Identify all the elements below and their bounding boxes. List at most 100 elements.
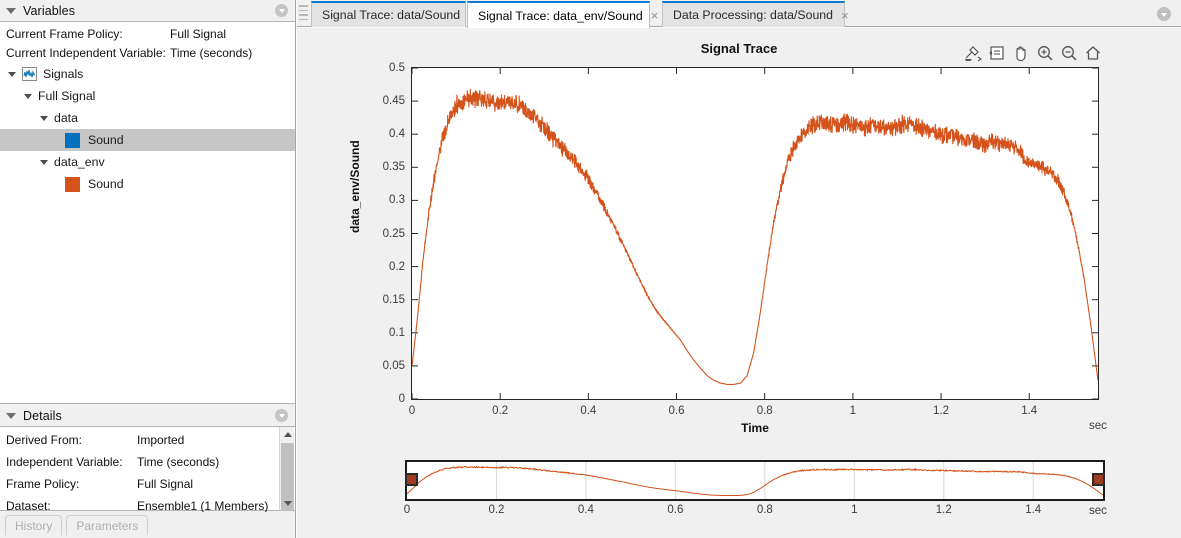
y-tick-label: 0.05 (353, 360, 405, 372)
x-tick-label: 1.4 (999, 405, 1059, 417)
x-tick-label: 0.8 (735, 405, 795, 417)
signals-tree[interactable]: Signals Full Signal data Sound data_env Sound (0, 63, 295, 404)
tree-expand-caret-icon[interactable] (8, 72, 16, 77)
tab-history[interactable]: History (5, 515, 62, 535)
variables-collapse-caret[interactable] (6, 8, 16, 14)
document-area: Signal Trace: data/Sound×Signal Trace: d… (297, 0, 1181, 538)
tree-item-full-signal[interactable]: Full Signal (0, 85, 295, 107)
tree-item-label: Signals (43, 67, 83, 81)
tree-expand-caret-icon[interactable] (24, 94, 32, 99)
document-tab-label: Data Processing: data/Sound (673, 8, 833, 22)
tree-item-label: Sound (88, 133, 124, 147)
scroll-down-arrow-icon[interactable] (280, 496, 295, 510)
x-tick-label: 1 (823, 405, 883, 417)
tree-item-data-env[interactable]: data_env (0, 151, 295, 173)
details-list: Derived From: Imported Independent Varia… (0, 427, 295, 511)
tree-item-signals[interactable]: Signals (0, 63, 295, 85)
variables-panel-title: Variables (23, 4, 75, 18)
pan-hand-icon[interactable] (1011, 43, 1031, 63)
zoom-in-icon[interactable] (1035, 43, 1055, 63)
tree-item-label: data (54, 111, 78, 125)
y-tick-label: 0.4 (353, 128, 405, 140)
info-row: Current Frame Policy: Full Signal (0, 24, 295, 43)
tree-item-label: data_env (54, 155, 105, 169)
overview-line (407, 466, 1103, 495)
export-icon[interactable] (963, 43, 983, 63)
color-swatch[interactable] (65, 133, 80, 148)
bottom-scroll-area (278, 511, 293, 538)
tab-parameters[interactable]: Parameters (66, 515, 148, 535)
y-tick-label: 0 (353, 393, 405, 405)
info-row: Current Independent Variable: Time (seco… (0, 43, 295, 62)
y-axis-label: data_env/Sound (348, 140, 362, 233)
y-tick-label: 0.45 (353, 95, 405, 107)
signal-trace-svg (412, 68, 1098, 399)
x-axis-units: sec (1089, 420, 1107, 432)
details-scrollbar[interactable] (279, 427, 294, 510)
overview-tick-label: 0.6 (645, 504, 705, 516)
variables-options-icon[interactable] (275, 4, 288, 17)
overview-svg (407, 462, 1103, 499)
overview-units: sec (1089, 505, 1107, 517)
plot-area[interactable] (411, 67, 1099, 400)
y-tick-label: 0.2 (353, 261, 405, 273)
tree-item-label: Full Signal (38, 89, 95, 103)
document-tab-1[interactable]: Signal Trace: data_env/Sound× (467, 1, 650, 28)
variables-info-list: Current Frame Policy: Full Signal Curren… (0, 22, 295, 66)
overview-tick-label: 0.4 (556, 504, 616, 516)
scroll-up-arrow-icon[interactable] (280, 427, 295, 441)
info-label: Current Independent Variable: (6, 46, 170, 60)
range-handle-left[interactable] (405, 473, 418, 486)
zoom-out-icon[interactable] (1059, 43, 1079, 63)
overview-tick-label: 1.2 (914, 504, 974, 516)
document-tab-2[interactable]: Data Processing: data/Sound× (662, 1, 845, 27)
details-panel-title: Details (23, 409, 62, 423)
x-axis-label: Time (411, 421, 1099, 435)
detail-row: Independent Variable: Time (seconds) (0, 451, 295, 473)
detail-label: Frame Policy: (6, 477, 137, 491)
overview-strip[interactable] (405, 460, 1105, 501)
detail-value: Time (seconds) (137, 455, 219, 469)
close-icon[interactable]: × (651, 9, 659, 22)
detail-label: Independent Variable: (6, 455, 137, 469)
tree-item-sound[interactable]: Sound (0, 173, 295, 195)
details-panel-header[interactable]: Details (0, 405, 295, 427)
details-collapse-caret[interactable] (6, 413, 16, 419)
detail-label: Derived From: (6, 433, 137, 447)
tree-expand-caret-icon[interactable] (40, 160, 48, 165)
range-handle-right[interactable] (1092, 473, 1105, 486)
detail-value: Imported (137, 433, 184, 447)
signal-trace-line (412, 89, 1098, 384)
detail-value: Ensemble1 (1 Members) (137, 499, 268, 513)
signal-analyzer-window: Variables Current Frame Policy: Full Sig… (0, 0, 1181, 538)
tree-item-sound[interactable]: Sound (0, 129, 295, 151)
document-tab-label: Signal Trace: data/Sound (322, 8, 460, 22)
close-icon[interactable]: × (841, 9, 849, 22)
overview-tick-label: 0.2 (466, 504, 526, 516)
details-bottom-tabs: History Parameters (0, 512, 295, 538)
detail-row: Derived From: Imported (0, 429, 295, 451)
info-value: Full Signal (170, 27, 226, 41)
document-options-icon[interactable] (1157, 7, 1171, 21)
color-swatch[interactable] (65, 177, 80, 192)
document-tab-0[interactable]: Signal Trace: data/Sound× (311, 1, 466, 27)
overview-tick-label: 0.8 (735, 504, 795, 516)
home-icon[interactable] (1083, 43, 1103, 63)
detail-row: Frame Policy: Full Signal (0, 473, 295, 495)
document-tabbar: Signal Trace: data/Sound×Signal Trace: d… (297, 0, 1181, 27)
variables-panel-header[interactable]: Variables (0, 0, 295, 22)
signal-trace-figure: Signal Trace (297, 28, 1181, 538)
details-options-icon[interactable] (275, 409, 288, 422)
drag-grip-icon[interactable] (299, 5, 308, 22)
x-tick-label: 0.4 (558, 405, 618, 417)
signal-waveform-icon (22, 67, 37, 81)
left-dock: Variables Current Frame Policy: Full Sig… (0, 0, 296, 538)
x-tick-label: 1.2 (911, 405, 971, 417)
tree-expand-caret-icon[interactable] (40, 116, 48, 121)
y-tick-label: 0.5 (353, 62, 405, 74)
detail-value: Full Signal (137, 477, 193, 491)
detail-label: Dataset: (6, 499, 137, 513)
overview-tick-label: 1 (824, 504, 884, 516)
tree-item-data[interactable]: data (0, 107, 295, 129)
datatips-icon[interactable] (987, 43, 1007, 63)
